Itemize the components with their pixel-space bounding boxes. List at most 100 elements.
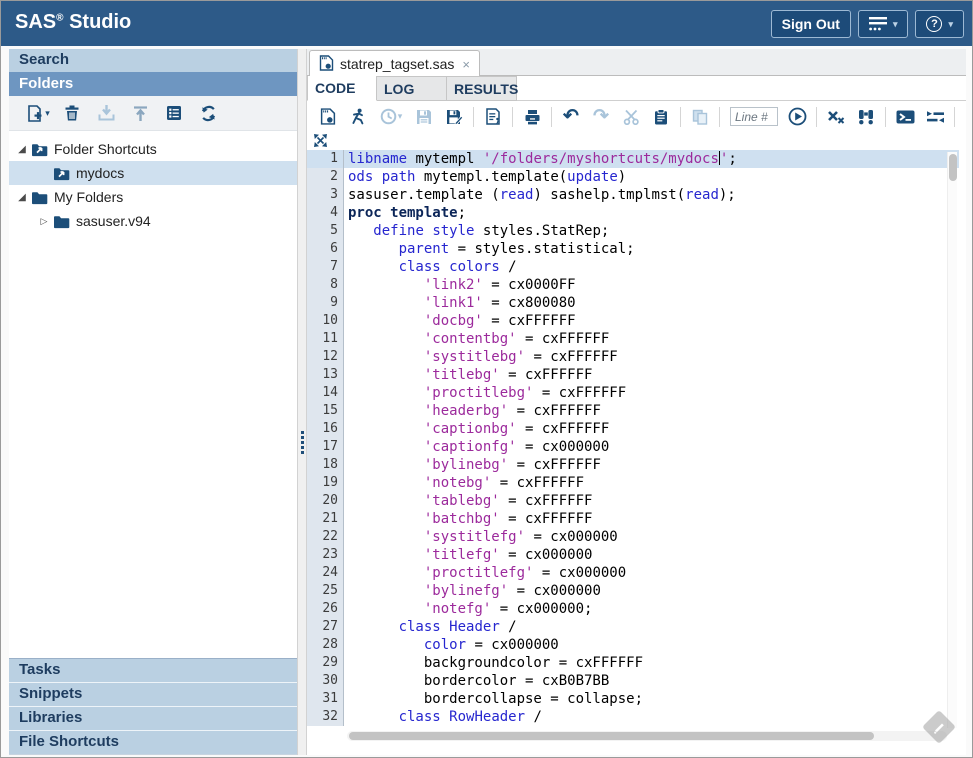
code-line[interactable]: 25 'bylinefg' = cx000000 [307,582,959,600]
code-text: 'tablebg' = cxFFFFFF [344,492,959,510]
view-tab-code[interactable]: CODE [307,76,377,101]
code-line[interactable]: 13 'titlebg' = cxFFFFFF [307,366,959,384]
code-text: bordercolor = cxB0B7BB [344,672,959,690]
run-button[interactable] [343,104,373,130]
code-line[interactable]: 21 'batchbg' = cxFFFFFF [307,510,959,528]
download-button[interactable] [89,100,123,126]
collapse-arrow-icon[interactable]: ◢ [15,144,29,155]
code-text: 'batchbg' = cxFFFFFF [344,510,959,528]
code-line[interactable]: 11 'contentbg' = cxFFFFFF [307,330,959,348]
code-line[interactable]: 1libname mytempl '/folders/myshortcuts/m… [307,150,959,168]
code-line[interactable]: 9 'link1' = cx800080 [307,294,959,312]
code-line[interactable]: 29 backgroundcolor = cxFFFFFF [307,654,959,672]
pane-splitter[interactable] [297,49,307,755]
save-as-button[interactable] [439,104,469,130]
code-line[interactable]: 24 'proctitlefg' = cx000000 [307,564,959,582]
code-line[interactable]: 28 color = cx000000 [307,636,959,654]
tree-item-folder-shortcuts[interactable]: ◢Folder Shortcuts [9,137,297,161]
section-header-tasks[interactable]: Tasks [9,658,297,682]
code-line[interactable]: 23 'titlefg' = cx000000 [307,546,959,564]
print-button[interactable] [517,104,547,130]
code-line[interactable]: 10 'docbg' = cxFFFFFF [307,312,959,330]
code-text: 'systitlefg' = cx000000 [344,528,959,546]
code-line[interactable]: 30 bordercolor = cxB0B7BB [307,672,959,690]
upload-button[interactable] [123,100,157,126]
code-line[interactable]: 6 parent = styles.statistical; [307,240,959,258]
line-number-input[interactable] [730,107,778,126]
goto-line-button[interactable] [782,104,812,130]
program-summary-button[interactable] [478,104,508,130]
delete-button[interactable] [55,100,89,126]
code-line[interactable]: 26 'notefg' = cx000000; [307,600,959,618]
code-line[interactable]: 16 'captionbg' = cxFFFFFF [307,420,959,438]
code-text: 'captionbg' = cxFFFFFF [344,420,959,438]
editor-pane: statrep_tagset.sas × CODELOGRESULTS ▾ [307,49,966,755]
refresh-button[interactable] [191,100,225,126]
line-number: 13 [307,366,344,384]
section-header-libraries[interactable]: Libraries [9,706,297,730]
code-line[interactable]: 7 class colors / [307,258,959,276]
paste-button[interactable] [646,104,676,130]
document-tab[interactable]: statrep_tagset.sas × [309,50,480,77]
code-line[interactable]: 15 'headerbg' = cxFFFFFF [307,402,959,420]
code-line[interactable]: 8 'link2' = cx0000FF [307,276,959,294]
tree-item-label: sasuser.v94 [76,213,151,229]
tree-item-my-folders[interactable]: ◢My Folders [9,185,297,209]
copy-button[interactable] [685,104,715,130]
code-line[interactable]: 20 'tablebg' = cxFFFFFF [307,492,959,510]
code-line[interactable]: 4proc template; [307,204,959,222]
batch-submit-button[interactable] [890,104,920,130]
code-line[interactable]: 12 'systitlebg' = cxFFFFFF [307,348,959,366]
section-header-snippets[interactable]: Snippets [9,682,297,706]
view-tab-log[interactable]: LOG [377,76,447,101]
code-text: 'notefg' = cx000000; [344,600,959,618]
close-icon[interactable]: × [462,57,470,72]
format-code-button[interactable] [920,104,950,130]
code-line[interactable]: 27 class Header / [307,618,959,636]
document-tab-bar: statrep_tagset.sas × [307,49,966,76]
tree-item-sasuser-v94[interactable]: ▷ sasuser.v94 [9,209,297,233]
save-button[interactable] [409,104,439,130]
code-line[interactable]: 31 bordercollapse = collapse; [307,690,959,708]
code-line[interactable]: 2ods path mytempl.template(update) [307,168,959,186]
folder-shortcut-icon [31,142,48,157]
line-number: 3 [307,186,344,204]
folder-tree: ◢Folder Shortcutsmydocs◢My Folders ▷ sasus… [9,131,297,658]
expand-arrow-icon[interactable]: ▷ [37,216,51,227]
code-text: 'systitlebg' = cxFFFFFF [344,348,959,366]
submission-history-button[interactable]: ▾ [373,104,409,130]
code-text: 'notebg' = cxFFFFFF [344,474,959,492]
code-line[interactable]: 14 'proctitlebg' = cxFFFFFF [307,384,959,402]
redo-button[interactable]: ↷ [586,104,616,130]
cut-button[interactable] [616,104,646,130]
sign-out-button[interactable]: Sign Out [771,10,851,38]
section-header-file-shortcuts[interactable]: File Shortcuts [9,730,297,754]
code-line[interactable]: 3sasuser.template (read) sashelp.tmplmst… [307,186,959,204]
code-text: class colors / [344,258,959,276]
properties-button[interactable] [157,100,191,126]
undo-button[interactable]: ↶ [556,104,586,130]
folders-section-header[interactable]: Folders [9,72,297,96]
horizontal-scrollbar-thumb[interactable] [349,732,874,740]
collapse-arrow-icon[interactable]: ◢ [15,192,29,203]
code-line[interactable]: 18 'bylinebg' = cxFFFFFF [307,456,959,474]
clear-code-button[interactable] [821,104,851,130]
code-line[interactable]: 19 'notebg' = cxFFFFFF [307,474,959,492]
code-line[interactable]: 17 'captionfg' = cx000000 [307,438,959,456]
find-replace-button[interactable] [851,104,881,130]
help-button[interactable]: ? ▾ [915,10,964,38]
new-item-button[interactable]: ▾ [21,100,55,126]
tree-item-mydocs[interactable]: mydocs [9,161,297,185]
code-editor[interactable]: 1libname mytempl '/folders/myshortcuts/m… [307,150,959,755]
view-tab-results[interactable]: RESULTS [447,76,517,101]
line-number: 16 [307,420,344,438]
new-program-button[interactable] [313,104,343,130]
vertical-scrollbar-thumb[interactable] [949,154,957,181]
code-line[interactable]: 22 'systitlefg' = cx000000 [307,528,959,546]
maximize-view-button[interactable] [313,133,333,149]
code-line[interactable]: 32 class RowHeader / [307,708,959,726]
line-number: 18 [307,456,344,474]
code-line[interactable]: 5 define style styles.StatRep; [307,222,959,240]
app-options-button[interactable]: ▾ [858,10,909,38]
search-section-header[interactable]: Search [9,49,297,72]
